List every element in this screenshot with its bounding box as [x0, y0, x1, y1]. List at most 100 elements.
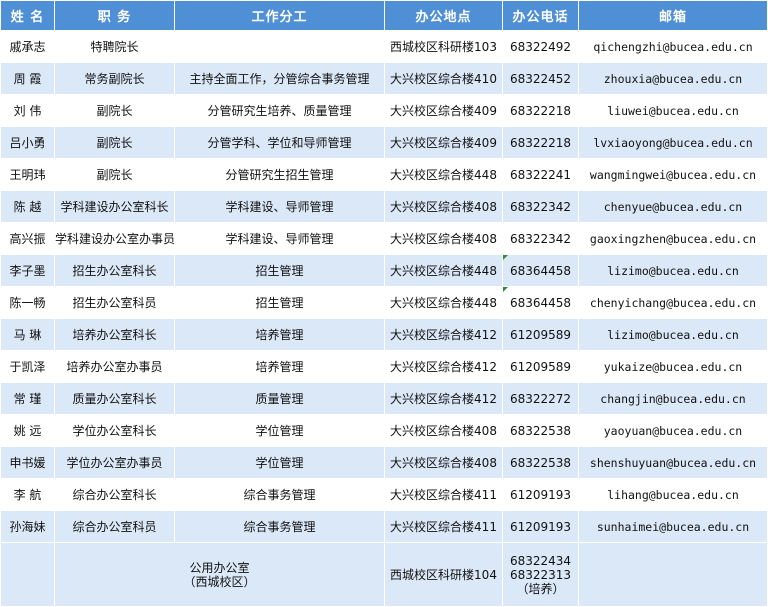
phone-cell: 68322272	[502, 382, 579, 415]
header-title: 职 务	[54, 0, 175, 31]
footer-phone-cell: 68322434 68322313 （培养）	[502, 542, 579, 607]
footer-label-line1: 公用办公室	[189, 560, 250, 575]
email-cell: yaoyuan@bucea.edu.cn	[578, 414, 768, 447]
email-cell: lizimo@bucea.edu.cn	[578, 318, 768, 351]
footer-office-cell: 西城校区科研楼104	[384, 542, 503, 607]
office-cell: 大兴校区综合楼412	[384, 350, 503, 383]
name-cell: 陈一畅	[0, 286, 55, 319]
name-cell: 高兴振	[0, 222, 55, 255]
email-cell: qichengzhi@bucea.edu.cn	[578, 30, 768, 63]
office-cell: 大兴校区综合楼408	[384, 446, 503, 479]
duty-cell: 培养管理	[174, 350, 385, 383]
duty-cell: 学位管理	[174, 414, 385, 447]
phone-cell: 68322241	[502, 158, 579, 191]
title-cell: 常务副院长	[54, 62, 175, 95]
duty-cell: 分管学科、学位和导师管理	[174, 126, 385, 159]
table-row: 马 琳培养办公室科长 培养管理 大兴校区综合楼412 61209589 lizimo@b…	[0, 318, 768, 351]
header-office: 办公地点	[384, 0, 503, 31]
phone-cell: 68322538	[502, 414, 579, 447]
title-cell: 副院长	[54, 158, 175, 191]
header-phone: 办公电话	[502, 0, 579, 31]
email-cell: lihang@bucea.edu.cn	[578, 478, 768, 511]
duty-cell: 招生管理	[174, 254, 385, 287]
name-cell: 王明玮	[0, 158, 55, 191]
title-cell: 副院长	[54, 126, 175, 159]
table-row: 姚 远学位办公室科长 学位管理 大兴校区综合楼408 68322538 yaoyuan@…	[0, 414, 768, 447]
table-row: 常 瑾质量办公室科长 质量管理 大兴校区综合楼412 68322272 changjin…	[0, 382, 768, 415]
duty-cell: 分管研究生培养、质量管理	[174, 94, 385, 127]
duty-cell: 招生管理	[174, 286, 385, 319]
title-cell: 招生办公室科长	[54, 254, 175, 287]
table-row: 李 航综合办公室科长 综合事务管理 大兴校区综合楼411 61209193 lihang…	[0, 478, 768, 511]
office-cell: 大兴校区综合楼410	[384, 62, 503, 95]
email-cell: wangmingwei@bucea.edu.cn	[578, 158, 768, 191]
title-cell: 综合办公室科长	[54, 478, 175, 511]
email-cell: shenshuyuan@bucea.edu.cn	[578, 446, 768, 479]
title-cell: 特聘院长	[54, 30, 175, 63]
header-email: 邮箱	[578, 0, 768, 31]
name-cell: 周 霞	[0, 62, 55, 95]
name-cell: 戚承志	[0, 30, 55, 63]
title-cell: 学位办公室科长	[54, 414, 175, 447]
table-row: 高兴振 学科建设办公室办事员 学科建设、导师管理 大兴校区综合楼408 68322342…	[0, 222, 768, 255]
table-row: 于凯泽 培养办公室办事员 培养管理 大兴校区综合楼412 61209589 yukaize…	[0, 350, 768, 383]
phone-cell: 68322218	[502, 126, 579, 159]
footer-email-cell	[578, 542, 768, 607]
office-cell: 大兴校区综合楼409	[384, 94, 503, 127]
duty-cell: 学位管理	[174, 446, 385, 479]
table-row: 李子墨 招生办公室科长 招生管理 大兴校区综合楼448 68364458 lizimo@b…	[0, 254, 768, 287]
table-body: 戚承志 特聘院长 西城校区科研楼103 68322492 qichengzhi@buce…	[0, 30, 768, 543]
name-cell: 李子墨	[0, 254, 55, 287]
duty-cell: 主持全面工作，分管综合事务管理	[174, 62, 385, 95]
duty-cell: 质量管理	[174, 382, 385, 415]
name-cell: 刘 伟	[0, 94, 55, 127]
phone-cell: 61209589	[502, 318, 579, 351]
title-cell: 培养办公室办事员	[54, 350, 175, 383]
email-cell: changjin@bucea.edu.cn	[578, 382, 768, 415]
table-row: 周 霞常务副院长 主持全面工作，分管综合事务管理 大兴校区综合楼410 6832245…	[0, 62, 768, 95]
footer-phone-line3: （培养）	[516, 581, 565, 596]
title-cell: 质量办公室科长	[54, 382, 175, 415]
phone-cell: 68322492	[502, 30, 579, 63]
table-header-row: 姓 名 职 务 工作分工 办公地点 办公电话 邮箱	[0, 0, 768, 31]
public-office-row: 公用办公室 （西城校区） 西城校区科研楼104 68322434 6832231…	[0, 542, 768, 607]
title-cell: 学科建设办公室办事员	[54, 222, 175, 255]
staff-directory-table: 姓 名 职 务 工作分工 办公地点 办公电话 邮箱 戚承志 特聘院长西城校区科研楼…	[0, 0, 768, 607]
title-cell: 培养办公室科长	[54, 318, 175, 351]
table-row: 刘 伟副院长 分管研究生培养、质量管理 大兴校区综合楼409 68322218 liuw…	[0, 94, 768, 127]
header-duty: 工作分工	[174, 0, 385, 31]
name-cell: 孙海妹	[0, 510, 55, 543]
office-cell: 大兴校区综合楼412	[384, 382, 503, 415]
table-row: 申书媛 学位办公室办事员 学位管理 大兴校区综合楼408 68322538 shenshu…	[0, 446, 768, 479]
email-cell: zhouxia@bucea.edu.cn	[578, 62, 768, 95]
phone-cell: 61209589	[502, 350, 579, 383]
office-cell: 大兴校区综合楼408	[384, 222, 503, 255]
office-cell: 大兴校区综合楼411	[384, 510, 503, 543]
office-cell: 大兴校区综合楼448	[384, 254, 503, 287]
name-cell: 马 琳	[0, 318, 55, 351]
table-row: 陈 越学科建设办公室科长 学科建设、导师管理 大兴校区综合楼408 68322342 c…	[0, 190, 768, 223]
duty-cell: 分管研究生招生管理	[174, 158, 385, 191]
phone-cell: 61209193	[502, 510, 579, 543]
name-cell: 吕小勇	[0, 126, 55, 159]
office-cell: 大兴校区综合楼411	[384, 478, 503, 511]
phone-cell: 68322218	[502, 94, 579, 127]
name-cell: 李 航	[0, 478, 55, 511]
email-cell: chenyue@bucea.edu.cn	[578, 190, 768, 223]
duty-cell: 综合事务管理	[174, 510, 385, 543]
phone-cell: 68364458	[502, 286, 579, 319]
table-row: 戚承志 特聘院长 西城校区科研楼103 68322492 qichengzhi@buce…	[0, 30, 768, 63]
phone-cell: 68322538	[502, 446, 579, 479]
header-name: 姓 名	[0, 0, 55, 31]
table-row: 吕小勇 副院长 分管学科、学位和导师管理 大兴校区综合楼409 68322218 lvxi…	[0, 126, 768, 159]
office-cell: 大兴校区综合楼448	[384, 286, 503, 319]
name-cell: 常 瑾	[0, 382, 55, 415]
office-cell: 西城校区科研楼103	[384, 30, 503, 63]
phone-cell: 68322342	[502, 190, 579, 223]
title-cell: 学科建设办公室科长	[54, 190, 175, 223]
email-cell: yukaize@bucea.edu.cn	[578, 350, 768, 383]
title-cell: 综合办公室科员	[54, 510, 175, 543]
email-cell: gaoxingzhen@bucea.edu.cn	[578, 222, 768, 255]
footer-phone-line1: 68322434	[509, 553, 572, 568]
office-cell: 大兴校区综合楼448	[384, 158, 503, 191]
